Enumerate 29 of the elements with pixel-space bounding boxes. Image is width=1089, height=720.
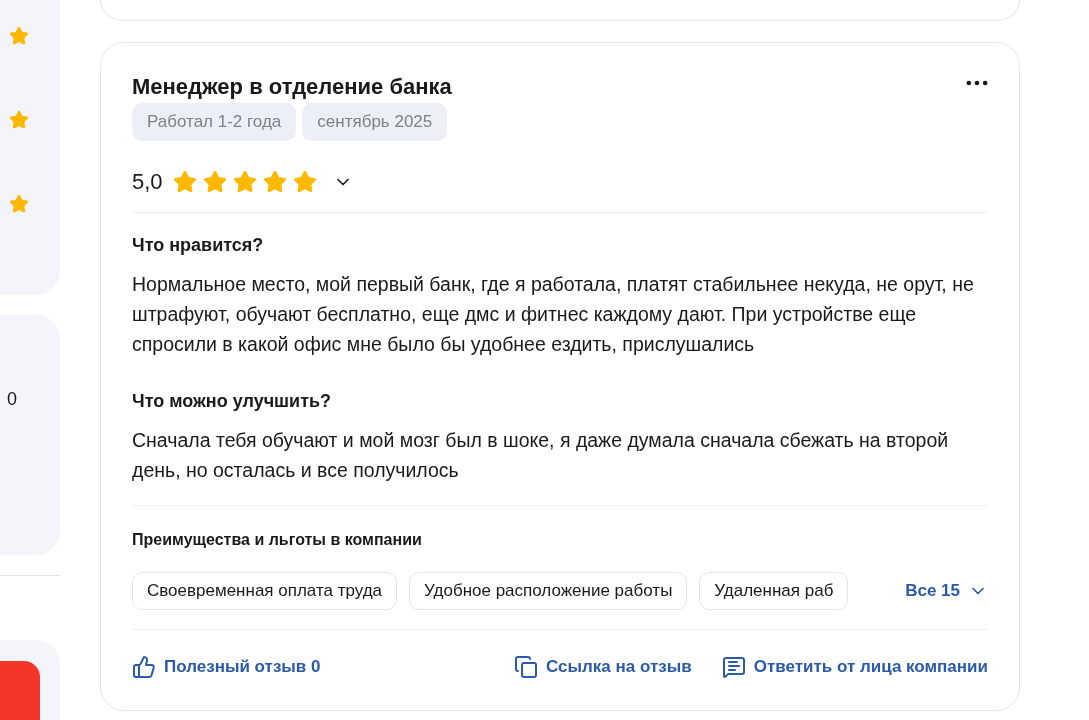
chat-bubble-icon: [721, 654, 746, 679]
amount-text: 0: [7, 387, 17, 411]
star-icon: [232, 169, 257, 194]
benefit-chip: Удобное расположение работы: [409, 572, 688, 610]
section-heading: Что нравится?: [132, 234, 265, 257]
star-icon: [202, 169, 227, 194]
tag: Работал 1-2 года: [132, 103, 297, 141]
benefit-chip: Своевременная оплата труда: [132, 572, 398, 610]
show-all-button[interactable]: Все 15: [905, 578, 988, 604]
section-text: Нормальное место, мой первый банк, где я работала, платят стабильнее некуда, не орут, не штрафуют, обучают бесплатно, еще дмс и фитнес каждому дают. При устройстве еще спросили в какой офис мне было бы удобнее ездить, прислушались: [132, 272, 975, 357]
copy-icon: [514, 654, 539, 679]
star-icon: [172, 169, 197, 194]
action-link[interactable]: Ответить от лица компании: [721, 654, 988, 680]
benefit-chip: Удаленная раб: [699, 572, 849, 610]
action-button[interactable]: [0, 661, 40, 720]
section-heading: Что можно улучшить?: [132, 390, 333, 413]
star-icon: [9, 110, 29, 130]
review-title: Менеджер в отделение банка: [132, 73, 452, 101]
benefits-heading: Преимущества и льготы в компании: [132, 530, 423, 550]
thumbs-up-icon: [132, 654, 156, 679]
star-icon: [9, 26, 29, 46]
star-icon: [9, 194, 29, 214]
tag: сентябрь 2025: [302, 103, 448, 141]
section-text: Сначала тебя обучают и мой мозг был в шоке, я даже думала сначала сбежать на второй день, но осталась и все получилось: [132, 428, 950, 483]
star-icon: [292, 169, 317, 194]
rating-value: 5,0: [132, 168, 163, 196]
star-icon: [262, 169, 287, 194]
action-link[interactable]: Полезный отзыв 0: [132, 654, 321, 680]
action-link[interactable]: Ссылка на отзыв: [514, 654, 692, 680]
